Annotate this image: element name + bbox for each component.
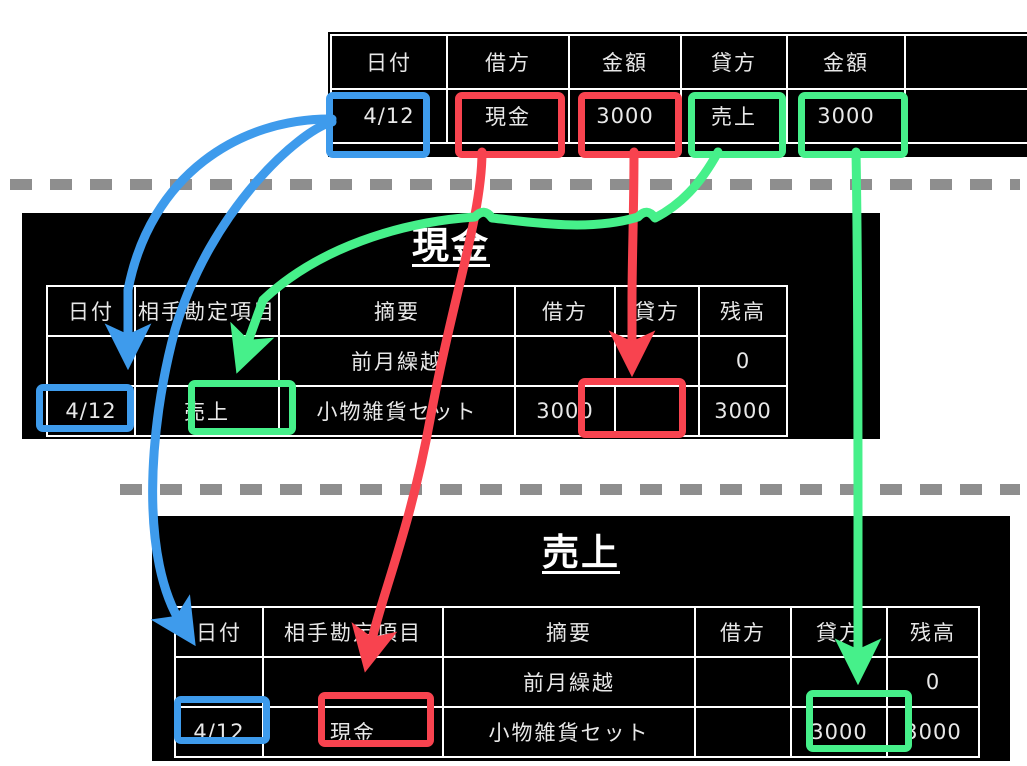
arrow-debit-amt-to-cash-debit <box>608 147 656 378</box>
arrow-date-to-cash-date <box>104 114 337 371</box>
diagram-canvas: 日付 借方 金額 貸方 金額 4/12 現金 3000 売上 3000 現金 日… <box>0 0 1027 766</box>
arrow-date-to-sales-date <box>148 117 337 647</box>
arrow-overlay <box>104 114 882 686</box>
arrow-credit-amt-to-sales-credit <box>834 147 882 686</box>
